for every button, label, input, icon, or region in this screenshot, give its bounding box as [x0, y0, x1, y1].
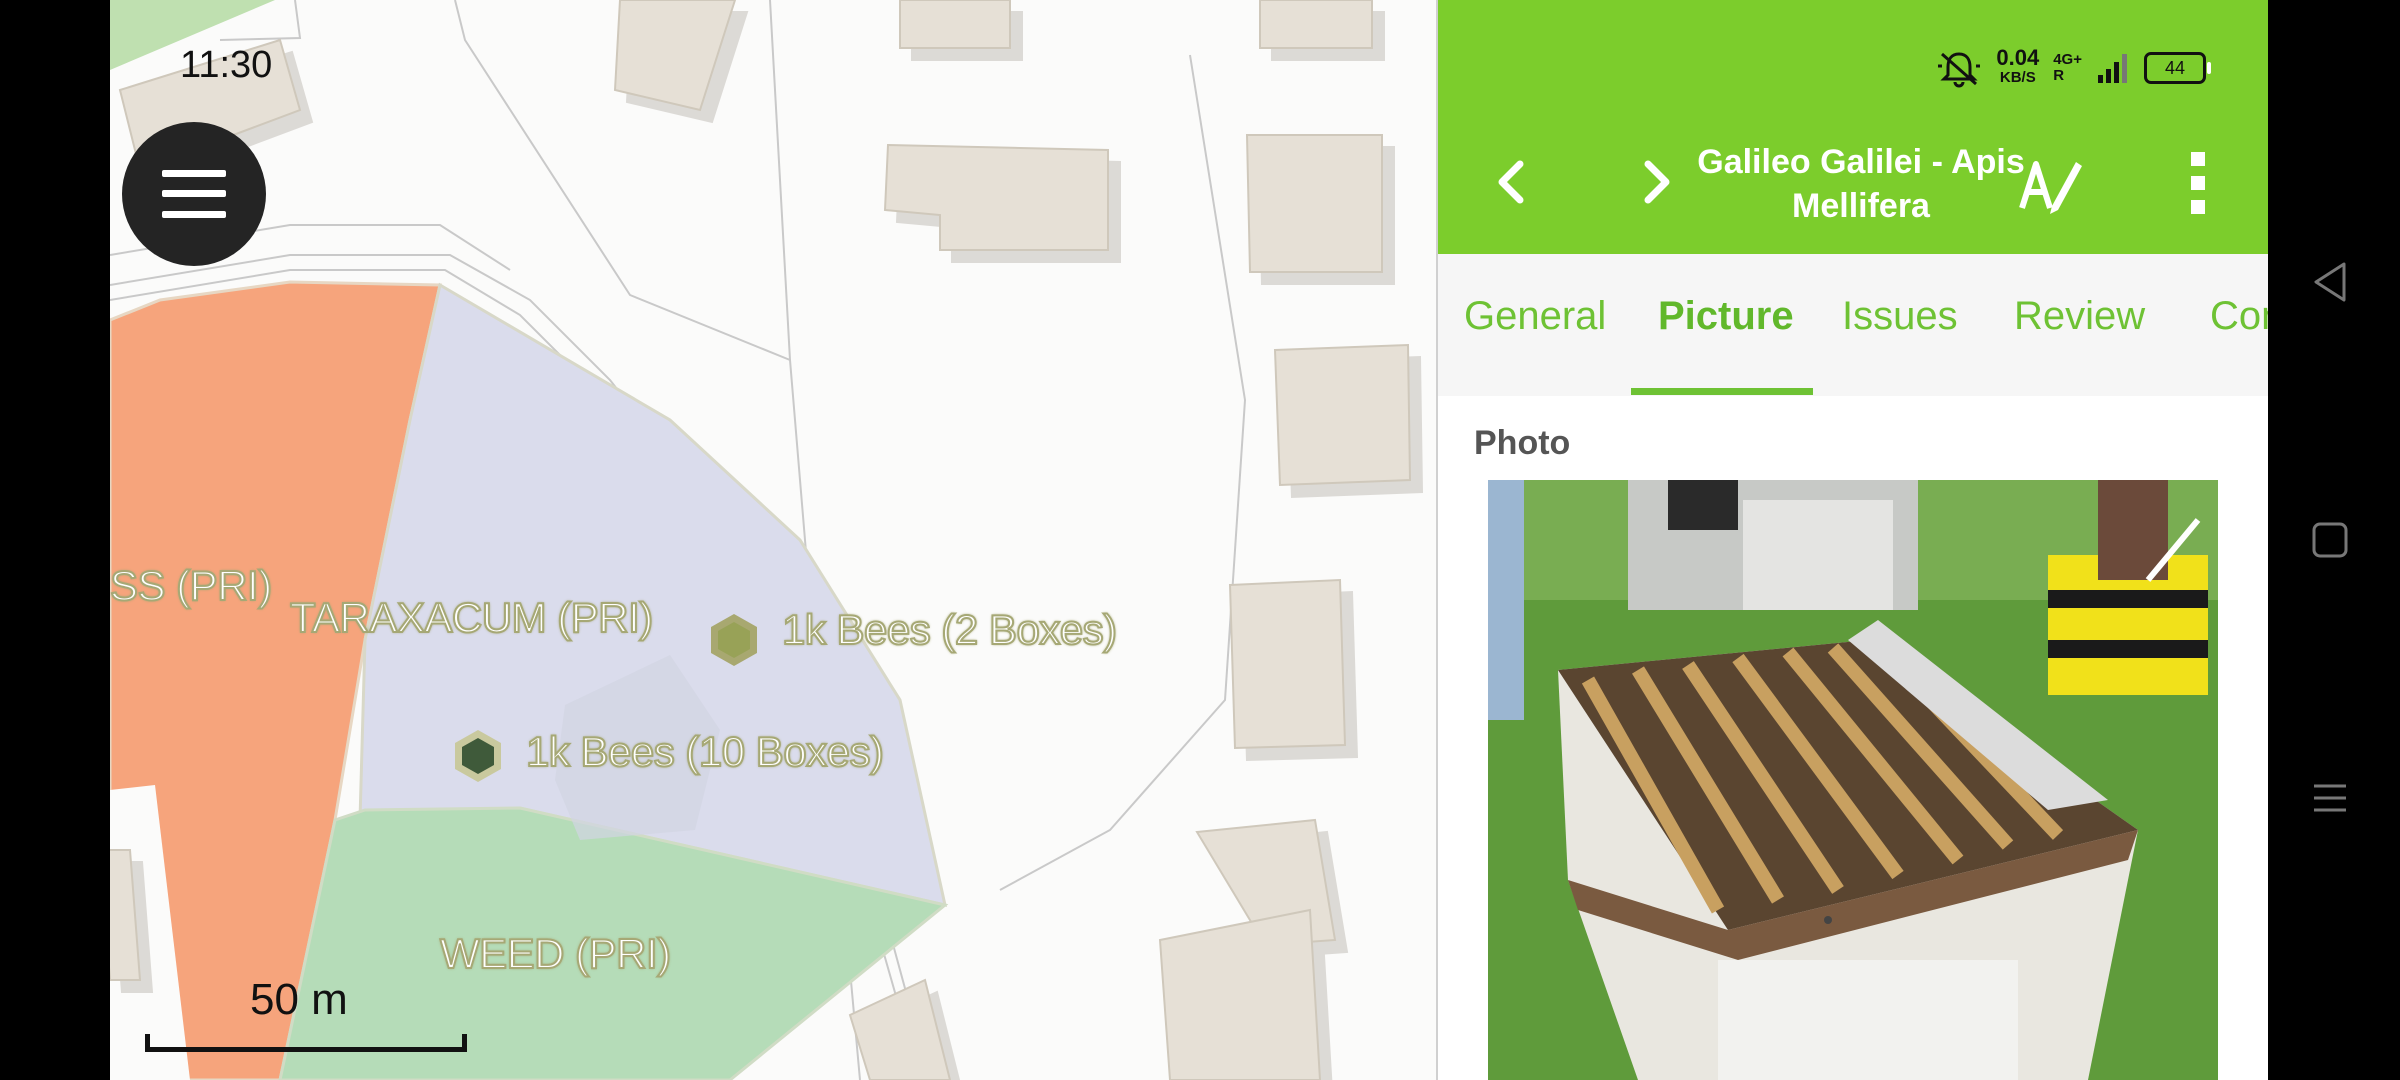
battery-level: 44 [2164, 57, 2186, 78]
map-label-bees-10[interactable]: 1k Bees (10 Boxes) [525, 727, 885, 776]
roaming-label: R [2053, 67, 2065, 84]
status-icons: 0.04 KB/S 4G+ R 44 [1936, 45, 2211, 90]
tab-bar: General Picture Issues Review Con [1438, 254, 2268, 396]
map-canvas[interactable] [110, 0, 1436, 1080]
hamburger-menu-icon [162, 170, 226, 177]
chevron-right-icon[interactable] [1626, 152, 1686, 212]
panel-toolbar: 0.04 KB/S 4G+ R 44 Galileo Galilei - Api… [1438, 0, 2268, 254]
battery-icon: 44 [2144, 52, 2211, 84]
hamburger-line [162, 211, 226, 218]
hamburger-menu-button[interactable] [122, 122, 266, 266]
beehive-photo[interactable] [1488, 480, 2218, 1080]
scale-label: 50 m [250, 975, 348, 1024]
tab-review[interactable]: Review [2014, 294, 2145, 339]
nav-recents-icon[interactable] [2310, 778, 2350, 818]
system-nav-bar [2268, 0, 2400, 1080]
map-label-grass: SS (PRI) [110, 561, 273, 610]
nav-home-icon[interactable] [2310, 520, 2350, 560]
feature-title: Galileo Galilei - Apis Mellifera [1697, 143, 2025, 225]
chevron-left-icon[interactable] [1482, 152, 1542, 212]
tab-picture[interactable]: Picture [1658, 294, 1794, 339]
tab-con[interactable]: Con [2210, 294, 2268, 339]
tab-issues[interactable]: Issues [1842, 294, 1958, 339]
signal-icon [2098, 54, 2127, 83]
nav-back-icon[interactable] [2310, 260, 2350, 304]
feature-panel: 0.04 KB/S 4G+ R 44 Galileo Galilei - Api… [1436, 0, 2268, 1080]
map-view[interactable]: SS (PRI) TARAXACUM (PRI) 1k Bees (2 Boxe… [110, 0, 1436, 1080]
map-label-taraxacum: TARAXACUM (PRI) [289, 593, 654, 642]
map-label-bees-2[interactable]: 1k Bees (2 Boxes) [781, 605, 1118, 654]
beehive-photo-image [1488, 480, 2218, 1080]
active-tab-indicator [1631, 388, 1813, 395]
bell-muted-icon [1938, 52, 1981, 88]
map-label-weed: WEED (PRI) [439, 929, 672, 978]
net-speed: 0.04 KB/S [1996, 45, 2040, 88]
scale-bar [145, 1034, 467, 1052]
edit-pen-icon[interactable] [2016, 148, 2086, 218]
photo-label: Photo [1474, 424, 1571, 462]
status-time: 11:30 [180, 44, 273, 86]
net-speed-unit: KB/S [1999, 69, 2036, 86]
net-speed-value: 0.04 [1996, 45, 2040, 70]
network-type: 4G+ R [2053, 52, 2082, 84]
hamburger-line [162, 190, 226, 197]
network-label: 4G+ [2053, 51, 2082, 68]
tab-general[interactable]: General [1464, 294, 1606, 339]
more-vert-icon[interactable] [2178, 148, 2218, 218]
